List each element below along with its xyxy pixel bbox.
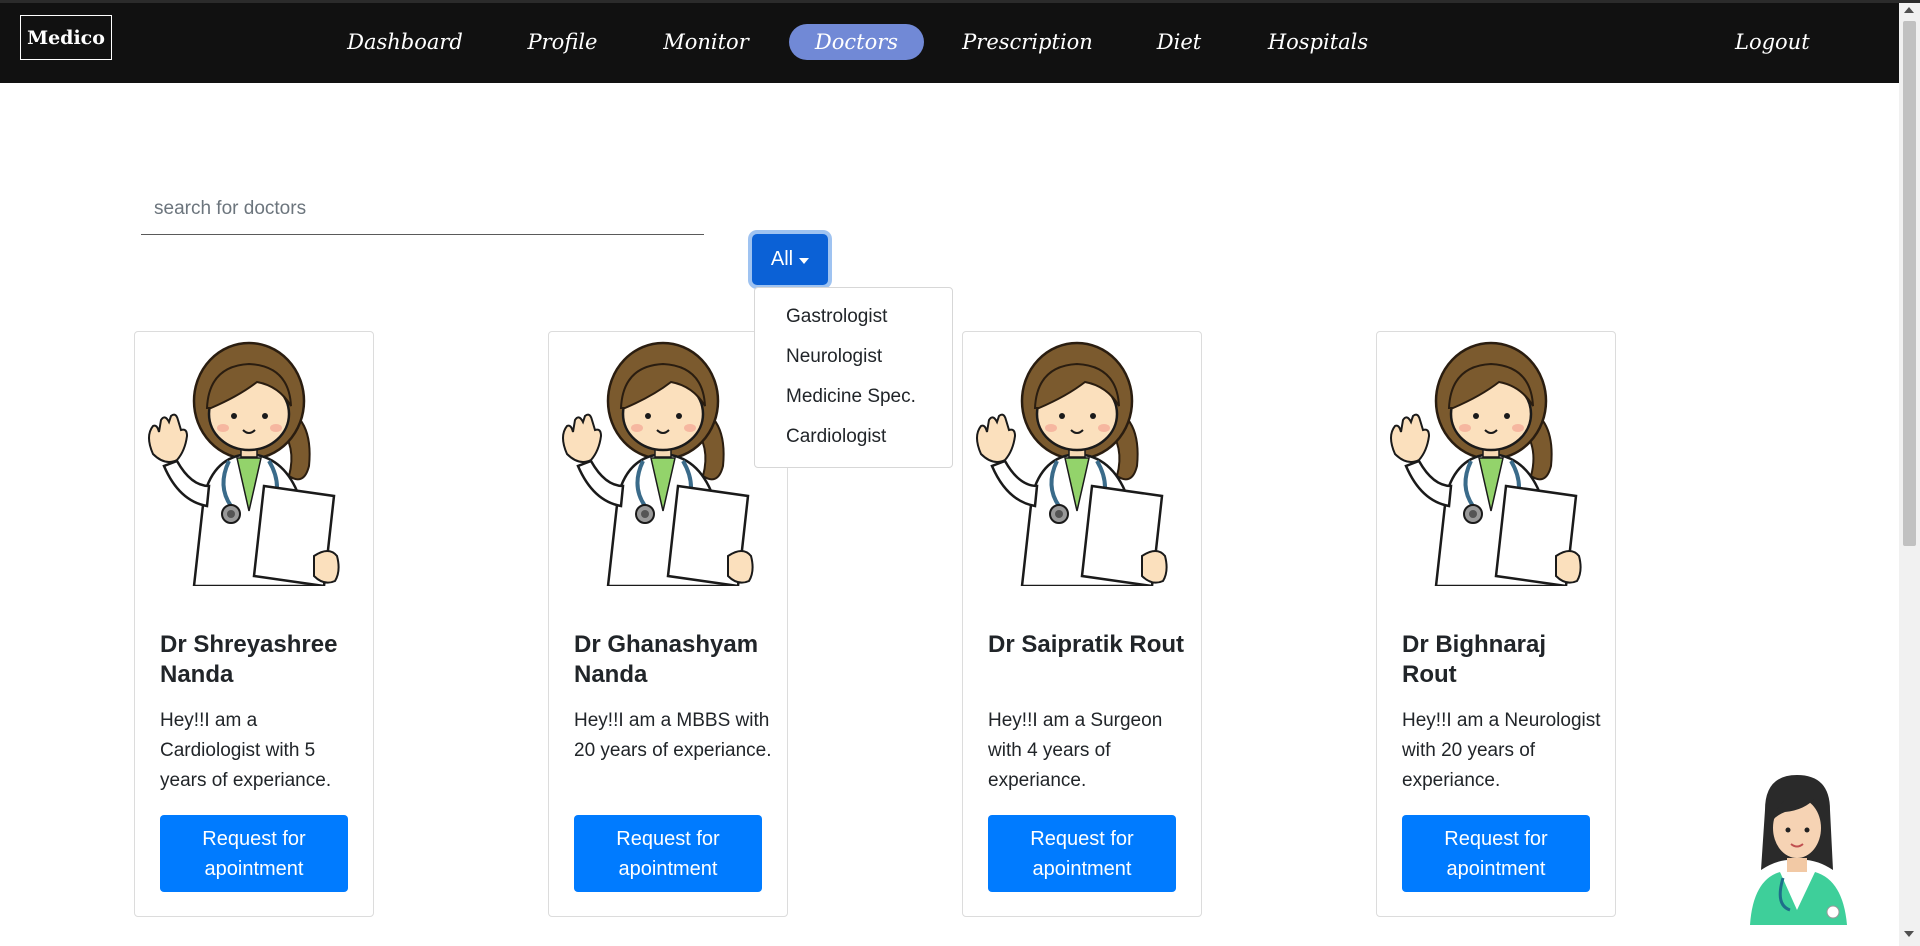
doctor-name: Dr Bighnaraj Rout	[1402, 631, 1547, 688]
search-input[interactable]	[141, 184, 704, 235]
caret-down-icon	[799, 257, 810, 264]
nav-doctors[interactable]: Doctors	[789, 24, 924, 60]
doctor-illustration-icon	[147, 341, 341, 586]
scroll-up-arrow-icon[interactable]	[1904, 7, 1914, 13]
nav-prescription[interactable]: Prescription	[960, 24, 1095, 60]
doctor-illustration-icon	[561, 341, 755, 586]
nav-monitor[interactable]: Monitor	[650, 24, 762, 60]
page-scrollbar[interactable]	[1899, 3, 1920, 946]
doctor-description: Hey!!I am a MBBS with 20 years of experi…	[574, 710, 772, 761]
doctor-illustration-icon	[1389, 341, 1583, 586]
doctor-description: Hey!!I am a Neurologist with 20 years of…	[1402, 710, 1601, 791]
filter-option-gastrologist[interactable]: Gastrologist	[755, 297, 952, 337]
request-appointment-button[interactable]: Request for apointment	[160, 815, 348, 892]
doctor-name: Dr Shreyashree Nanda	[160, 631, 338, 688]
request-appointment-button[interactable]: Request for apointment	[988, 815, 1176, 892]
navbar: Medico Dashboard Profile Monitor Doctors…	[0, 3, 1899, 83]
filter-dropdown-menu: Gastrologist Neurologist Medicine Spec. …	[754, 287, 953, 468]
brand-logo[interactable]: Medico	[20, 15, 112, 60]
filter-option-medicine-spec[interactable]: Medicine Spec.	[755, 377, 952, 417]
doctor-description: Hey!!I am a Cardiologist with 5 years of…	[160, 710, 332, 791]
filter-dropdown-button[interactable]: All	[752, 234, 828, 285]
nav-profile[interactable]: Profile	[515, 24, 610, 60]
logout-link[interactable]: Logout	[1735, 24, 1810, 60]
scroll-down-arrow-icon[interactable]	[1904, 931, 1914, 937]
doctor-description: Hey!!I am a Surgeon with 4 years of expe…	[988, 710, 1163, 791]
doctor-card: Dr Shreyashree Nanda Hey!!I am a Cardiol…	[134, 331, 374, 917]
doctor-card: Dr Bighnaraj Rout Hey!!I am a Neurologis…	[1376, 331, 1616, 917]
nav-hospitals[interactable]: Hospitals	[1262, 24, 1374, 60]
doctor-card: Dr Ghanashyam Nanda Hey!!I am a MBBS wit…	[548, 331, 788, 917]
filter-selected-label: All	[770, 248, 794, 270]
filter-option-cardiologist[interactable]: Cardiologist	[755, 417, 952, 457]
nurse-assistant-icon[interactable]	[1735, 770, 1860, 925]
doctor-name: Dr Ghanashyam Nanda	[574, 631, 759, 688]
nav-dashboard[interactable]: Dashboard	[340, 24, 470, 60]
doctor-name: Dr Saipratik Rout	[988, 631, 1185, 658]
scroll-thumb[interactable]	[1903, 21, 1916, 546]
filter-option-neurologist[interactable]: Neurologist	[755, 337, 952, 377]
request-appointment-button[interactable]: Request for apointment	[574, 815, 762, 892]
nav-diet[interactable]: Diet	[1150, 24, 1208, 60]
request-appointment-button[interactable]: Request for apointment	[1402, 815, 1590, 892]
doctor-card: Dr Saipratik Rout Hey!!I am a Surgeon wi…	[962, 331, 1202, 917]
doctor-illustration-icon	[975, 341, 1169, 586]
